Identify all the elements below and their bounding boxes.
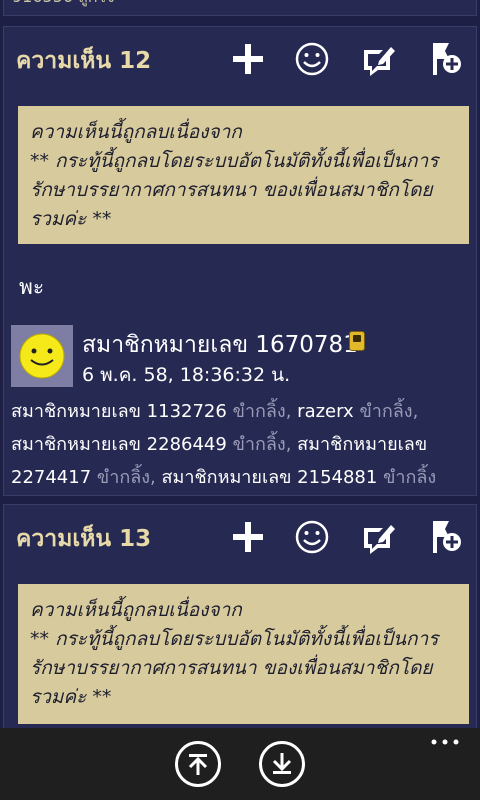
scroll-bottom-button[interactable] xyxy=(259,741,305,787)
plus-icon[interactable] xyxy=(228,39,268,79)
compose-icon[interactable] xyxy=(357,517,397,557)
deleted-notice-reason: ** กระทู้นี้ถูกลบโดยระบบอัตโนมัติทั้งนี้… xyxy=(30,628,439,708)
comment-header: ความเห็น 12 xyxy=(4,27,476,89)
comment-body: พะ xyxy=(19,275,45,299)
reaction-list: สมาชิกหมายเลข 1132726 ขำกลิ้ง, razerx ขำ… xyxy=(11,395,467,494)
reaction-verb: ขำกลิ้ง, xyxy=(96,467,156,488)
deleted-notice-title: ความเห็นนี้ถูกลบเนื่องจาก xyxy=(30,121,242,143)
comment-card: ความเห็น 12 ความเห็นนี้ถูกลบเนื่องจาก **… xyxy=(3,26,477,496)
smiley-icon[interactable] xyxy=(292,39,332,79)
plus-icon[interactable] xyxy=(228,517,268,557)
deleted-notice: ความเห็นนี้ถูกลบเนื่องจาก ** กระทู้นี้ถู… xyxy=(18,584,469,724)
comment-timestamp: 6 พ.ค. 58, 18:36:32 น. xyxy=(82,364,291,386)
reaction-verb: ขำกลิ้ง, xyxy=(359,401,419,422)
comment-title: ความเห็น 12 xyxy=(16,48,152,74)
reaction-user[interactable]: สมาชิกหมายเลข 2154881 xyxy=(162,467,378,488)
device-badge-icon xyxy=(349,331,365,351)
flag-add-icon[interactable] xyxy=(424,517,464,557)
reaction-verb: ขำกลิ้ง, xyxy=(232,434,292,455)
reaction-verb: ขำกลิ้ง, xyxy=(232,401,292,422)
deleted-notice-title: ความเห็นนี้ถูกลบเนื่องจาก xyxy=(30,599,242,621)
reaction-user[interactable]: สมาชิกหมายเลข 1132726 xyxy=(11,401,227,422)
smiley-icon[interactable] xyxy=(292,517,332,557)
comment-list[interactable]: 916556 ถูกใจ ความเห็น 12 ความเห็นนี้ถูกล… xyxy=(0,0,480,728)
reaction-user[interactable]: สมาชิกหมายเลข 2286449 xyxy=(11,434,227,455)
deleted-notice-reason: ** กระทู้นี้ถูกลบโดยระบบอัตโนมัติทั้งนี้… xyxy=(30,150,439,230)
flag-add-icon[interactable] xyxy=(424,39,464,79)
avatar[interactable] xyxy=(11,325,73,387)
author-name[interactable]: สมาชิกหมายเลข 1670781 xyxy=(82,327,358,363)
ellipsis-icon xyxy=(431,739,459,745)
comment-title: ความเห็น 13 xyxy=(16,526,152,552)
previous-like-count: 916556 ถูกใจ xyxy=(12,0,115,10)
deleted-notice: ความเห็นนี้ถูกลบเนื่องจาก ** กระทู้นี้ถู… xyxy=(18,106,469,244)
comment-card: ความเห็น 13 ความเห็นนี้ถูกลบเนื่องจาก **… xyxy=(3,504,477,728)
comment-header: ความเห็น 13 xyxy=(4,505,476,567)
reaction-verb: ขำกลิ้ง xyxy=(383,467,437,488)
arrow-up-to-bar-icon xyxy=(188,754,208,775)
arrow-down-to-bar-icon xyxy=(272,753,292,774)
previous-comment-card: 916556 ถูกใจ xyxy=(3,0,477,16)
compose-icon[interactable] xyxy=(357,39,397,79)
smiley-avatar-icon xyxy=(19,333,65,379)
scroll-top-button[interactable] xyxy=(175,741,221,787)
reaction-user[interactable]: razerx xyxy=(297,401,354,422)
app-bar xyxy=(0,728,480,800)
more-menu-button[interactable] xyxy=(430,730,460,755)
